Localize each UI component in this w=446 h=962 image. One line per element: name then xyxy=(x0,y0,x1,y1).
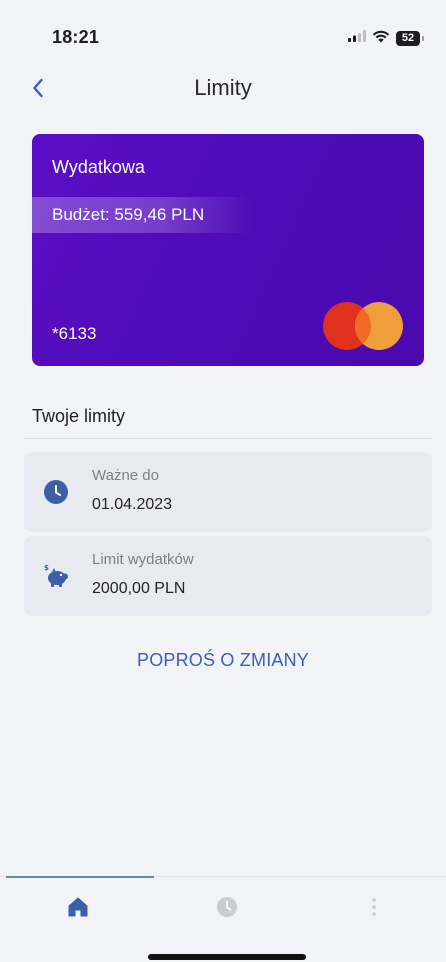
request-changes-button[interactable]: POPROŚ O ZMIANY xyxy=(0,650,446,671)
wifi-icon xyxy=(372,29,390,48)
card-name: Wydatkowa xyxy=(52,157,145,177)
limit-row-spending-limit: $ Limit wydatków 2000,00 PLN xyxy=(24,536,432,616)
more-icon xyxy=(372,898,376,916)
active-tab-indicator xyxy=(6,876,154,878)
signal-icon xyxy=(348,29,366,47)
svg-text:$: $ xyxy=(44,564,49,572)
limit-value: 01.04.2023 xyxy=(92,496,173,513)
clock-icon xyxy=(44,480,68,504)
limit-label: Ważne do xyxy=(92,467,159,484)
status-time: 18:21 xyxy=(52,27,100,47)
battery-icon: 52 xyxy=(396,30,424,46)
nav-header: Limity xyxy=(0,66,446,110)
page-title: Limity xyxy=(194,75,252,100)
tab-history[interactable] xyxy=(207,887,247,927)
home-indicator xyxy=(148,954,306,960)
tab-home[interactable] xyxy=(58,887,98,927)
status-icons: 52 xyxy=(348,28,424,48)
tab-more[interactable] xyxy=(354,887,394,927)
limit-row-valid-until: Ważne do 01.04.2023 xyxy=(24,452,432,532)
mastercard-logo-icon xyxy=(323,302,403,350)
tab-bar xyxy=(0,876,446,933)
payment-card[interactable]: Wydatkowa Budżet: 559,46 PLN *6133 xyxy=(32,134,424,366)
piggy-bank-icon: $ xyxy=(44,564,68,587)
history-icon xyxy=(217,897,237,917)
limit-value: 2000,00 PLN xyxy=(92,580,186,597)
limit-label: Limit wydatków xyxy=(92,551,194,568)
card-number: *6133 xyxy=(52,324,97,343)
home-icon xyxy=(68,897,88,917)
card-budget: Budżet: 559,46 PLN xyxy=(32,197,252,233)
limits-section-title: Twoje limity xyxy=(32,406,126,426)
status-bar: 18:21 52 xyxy=(0,0,446,70)
divider xyxy=(24,438,432,439)
